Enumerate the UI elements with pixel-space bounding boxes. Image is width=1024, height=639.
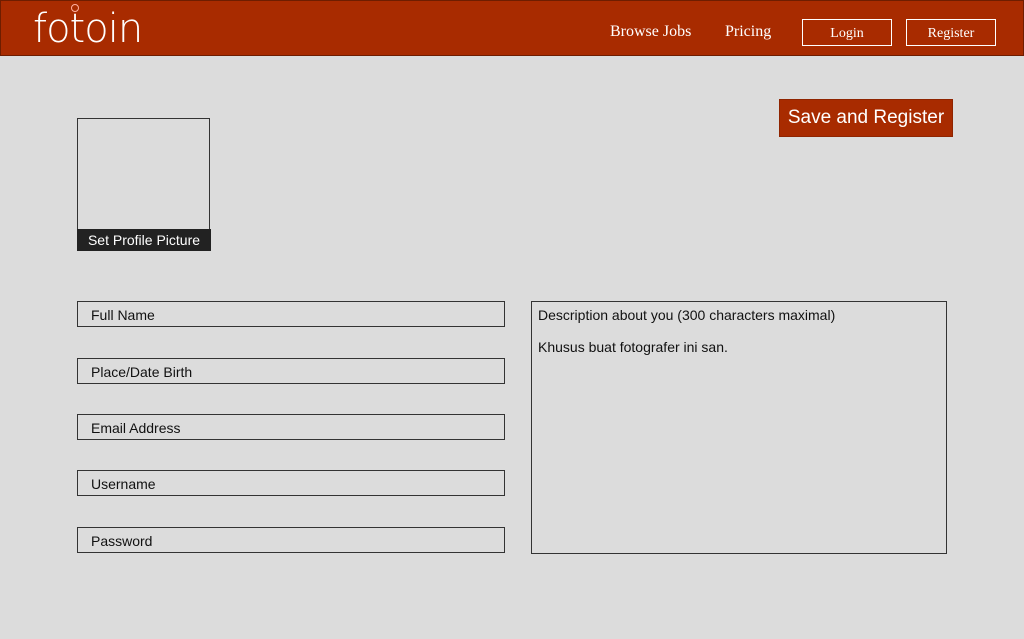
description-textarea[interactable]: Description about you (300 characters ma… [531,301,947,554]
password-placeholder: Password [91,533,153,549]
fotoin-logo[interactable]: fotoin [33,7,143,51]
email-address-field[interactable]: Email Address [77,414,505,440]
place-date-birth-field[interactable]: Place/Date Birth [77,358,505,384]
place-date-birth-placeholder: Place/Date Birth [91,364,193,380]
email-address-placeholder: Email Address [91,420,181,436]
nav-browse-jobs-link[interactable]: Browse Jobs [610,23,691,41]
save-and-register-button[interactable]: Save and Register [779,99,953,137]
top-navigation-bar: fotoin Browse Jobs Pricing Login Registe… [0,0,1024,56]
description-placeholder: Description about you (300 characters ma… [538,307,836,323]
login-button[interactable]: Login [802,19,892,46]
full-name-field[interactable]: Full Name [77,301,505,327]
full-name-placeholder: Full Name [91,307,155,323]
nav-pricing-link[interactable]: Pricing [725,23,771,41]
register-button[interactable]: Register [906,19,996,46]
username-placeholder: Username [91,476,156,492]
set-profile-picture-button[interactable]: Set Profile Picture [77,229,211,251]
logo-accent-dot [71,4,79,12]
description-note: Khusus buat fotografer ini san. [538,339,728,355]
username-field[interactable]: Username [77,470,505,496]
password-field[interactable]: Password [77,527,505,553]
